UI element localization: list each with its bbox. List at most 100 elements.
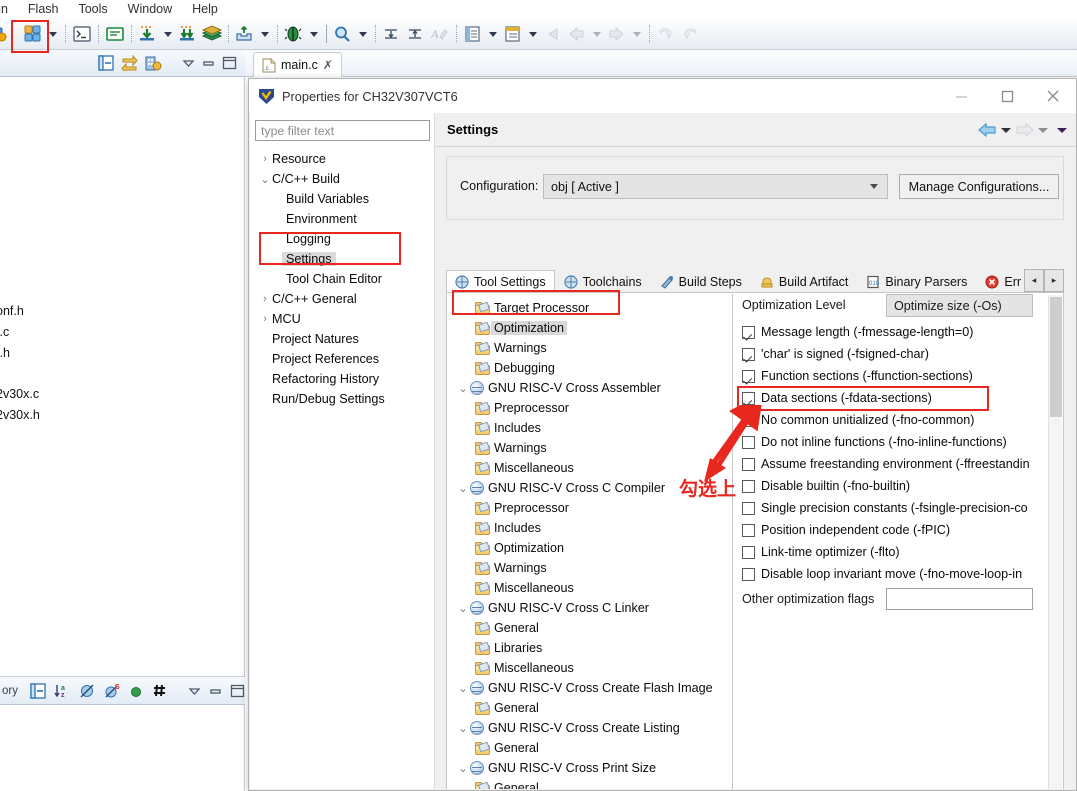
filter-input[interactable]: type filter text xyxy=(255,120,430,141)
optimization-level-select[interactable]: Optimize size (-Os) xyxy=(886,294,1033,317)
open-type-icon[interactable] xyxy=(463,25,483,43)
next-annotation-icon[interactable] xyxy=(382,25,402,43)
nav-item-build-variables[interactable]: Build Variables xyxy=(250,189,435,209)
nav-item-cpp-general[interactable]: › C/C++ General xyxy=(250,289,435,309)
scrollbar-thumb[interactable] xyxy=(1050,297,1062,417)
menu-flash[interactable]: Flash xyxy=(18,0,69,19)
close-icon[interactable]: ✗ xyxy=(323,58,333,72)
checkbox-char-is-signed[interactable]: 'char' is signed (-fsigned-char) xyxy=(742,344,929,364)
tree-file-item[interactable]: t.h xyxy=(0,346,10,360)
checkbox-icon[interactable] xyxy=(742,348,755,361)
chevron-right-icon[interactable]: › xyxy=(258,153,272,165)
open-type-dropdown-arrow[interactable] xyxy=(489,32,497,37)
tool-tree-item-asm-includes[interactable]: Includes xyxy=(448,418,732,438)
maximize-icon[interactable] xyxy=(230,684,245,698)
tool-tree-item-c-linker[interactable]: ⌄ GNU RISC-V Cross C Linker xyxy=(448,598,732,618)
minimize-icon[interactable] xyxy=(202,57,215,69)
search-icon[interactable] xyxy=(333,25,353,43)
tool-tree-item-create-listing[interactable]: ⌄ GNU RISC-V Cross Create Listing xyxy=(448,718,732,738)
tool-tree-item-listing-general[interactable]: General xyxy=(448,738,732,758)
checkbox-assume-freestanding[interactable]: Assume freestanding environment (-ffrees… xyxy=(742,454,1030,474)
options-scrollbar[interactable] xyxy=(1048,295,1062,789)
tool-tree-item-target-processor[interactable]: Target Processor xyxy=(448,298,732,318)
nav-item-mcu[interactable]: › MCU xyxy=(250,309,435,329)
project-explorer-tree[interactable]: onf.h t.c t.h 2v30x.c 2v30x.h xyxy=(0,77,245,676)
tree-file-item[interactable]: 2v30x.h xyxy=(0,408,40,422)
nav-item-resource[interactable]: › Resource xyxy=(250,149,435,169)
nav-item-refactoring-history[interactable]: Refactoring History xyxy=(250,369,435,389)
collapse-all-icon[interactable] xyxy=(98,55,114,71)
tool-tree-item-linker-miscellaneous[interactable]: Miscellaneous xyxy=(448,658,732,678)
tool-tree-item-print-size-general[interactable]: General xyxy=(448,778,732,789)
checkbox-message-length[interactable]: Message length (-fmessage-length=0) xyxy=(742,322,973,342)
tool-tree-item-cc-warnings[interactable]: Warnings xyxy=(448,558,732,578)
tab-error-parsers[interactable]: Err xyxy=(976,270,1030,293)
chevron-down-icon[interactable]: ⌄ xyxy=(456,682,470,695)
checkbox-icon[interactable] xyxy=(742,524,755,537)
tree-file-item[interactable]: t.c xyxy=(0,325,9,339)
checkbox-icon[interactable] xyxy=(742,436,755,449)
menu-window[interactable]: Window xyxy=(118,0,182,19)
tool-tree-item-create-flash-image[interactable]: ⌄ GNU RISC-V Cross Create Flash Image xyxy=(448,678,732,698)
tree-file-item[interactable]: onf.h xyxy=(0,304,24,318)
back-arrow-icon[interactable] xyxy=(978,122,997,138)
console-icon[interactable] xyxy=(105,25,125,43)
debug-bug-icon[interactable] xyxy=(284,25,304,43)
close-button[interactable] xyxy=(1030,79,1076,113)
checkbox-icon[interactable] xyxy=(742,458,755,471)
nav-item-environment[interactable]: Environment xyxy=(250,209,435,229)
menu-tools[interactable]: Tools xyxy=(68,0,117,19)
nav-item-project-references[interactable]: Project References xyxy=(250,349,435,369)
nav-item-tool-chain-editor[interactable]: Tool Chain Editor xyxy=(250,269,435,289)
chevron-down-icon[interactable]: ⌄ xyxy=(456,482,470,495)
open-task-icon[interactable] xyxy=(503,25,523,43)
forward-dropdown-arrow[interactable] xyxy=(633,32,641,37)
back-dropdown-arrow[interactable] xyxy=(1001,128,1011,133)
sort-az-icon[interactable]: a z xyxy=(54,683,71,699)
build-all-icon[interactable] xyxy=(23,25,43,43)
checkbox-icon[interactable] xyxy=(742,326,755,339)
chevron-down-icon[interactable] xyxy=(870,184,878,189)
collapse-all-icon[interactable] xyxy=(30,683,46,699)
nav-item-logging[interactable]: Logging xyxy=(250,229,435,249)
hide-static-icon[interactable]: S xyxy=(104,683,121,699)
configuration-select[interactable]: obj [ Active ] xyxy=(543,174,888,199)
minimize-icon[interactable] xyxy=(209,685,222,697)
chevron-down-icon[interactable]: ⌄ xyxy=(258,173,272,186)
editor-tab-main-c[interactable]: .c main.c ✗ xyxy=(253,52,342,77)
tool-tree-item-linker-general[interactable]: General xyxy=(448,618,732,638)
tool-tree-item-cc-miscellaneous[interactable]: Miscellaneous xyxy=(448,578,732,598)
tool-tree-item-cc-includes[interactable]: Includes xyxy=(448,518,732,538)
checkbox-icon[interactable] xyxy=(742,480,755,493)
minimize-button[interactable] xyxy=(938,79,984,113)
previous-annotation-icon[interactable] xyxy=(406,25,426,43)
download-all-icon[interactable] xyxy=(178,25,198,43)
tool-tree-item-cc-optimization[interactable]: Optimization xyxy=(448,538,732,558)
checkbox-position-independent-code[interactable]: Position independent code (-fPIC) xyxy=(742,520,950,540)
tool-tree-item-asm-warnings[interactable]: Warnings xyxy=(448,438,732,458)
tool-tree-item-flash-general[interactable]: General xyxy=(448,698,732,718)
terminal-icon[interactable] xyxy=(72,25,92,43)
nav-item-run-debug-settings[interactable]: Run/Debug Settings xyxy=(250,389,435,409)
view-menu-config-icon[interactable] xyxy=(145,55,162,71)
chevron-down-icon[interactable]: ⌄ xyxy=(456,722,470,735)
tree-file-item[interactable]: 2v30x.c xyxy=(0,387,39,401)
maximize-button[interactable] xyxy=(984,79,1030,113)
new-wizard-icon[interactable]: </ xyxy=(0,25,9,43)
show-public-icon[interactable] xyxy=(129,684,143,698)
checkbox-disable-loop-invariant-move[interactable]: Disable loop invariant move (-fno-move-l… xyxy=(742,564,1022,584)
checkbox-no-common-unitialized[interactable]: No common unitialized (-fno-common) xyxy=(742,410,974,430)
other-optimization-flags-input[interactable] xyxy=(886,588,1033,610)
tool-tree[interactable]: Target Processor Optimization Warnings D… xyxy=(448,294,733,789)
checkbox-icon[interactable] xyxy=(742,414,755,427)
checkbox-icon[interactable] xyxy=(742,568,755,581)
download-icon[interactable] xyxy=(138,25,158,43)
build-dropdown-arrow[interactable] xyxy=(49,32,57,37)
link-editor-icon[interactable] xyxy=(151,683,168,699)
tab-binary-parsers[interactable]: 010 Binary Parsers xyxy=(857,270,976,293)
tab-scroll-left-button[interactable]: ◂ xyxy=(1024,269,1044,292)
tool-tree-item-debugging[interactable]: Debugging xyxy=(448,358,732,378)
tool-tree-item-optimization[interactable]: Optimization xyxy=(448,318,732,338)
checkbox-disable-builtin[interactable]: Disable builtin (-fno-builtin) xyxy=(742,476,910,496)
checkbox-data-sections[interactable]: Data sections (-fdata-sections) xyxy=(742,388,932,408)
